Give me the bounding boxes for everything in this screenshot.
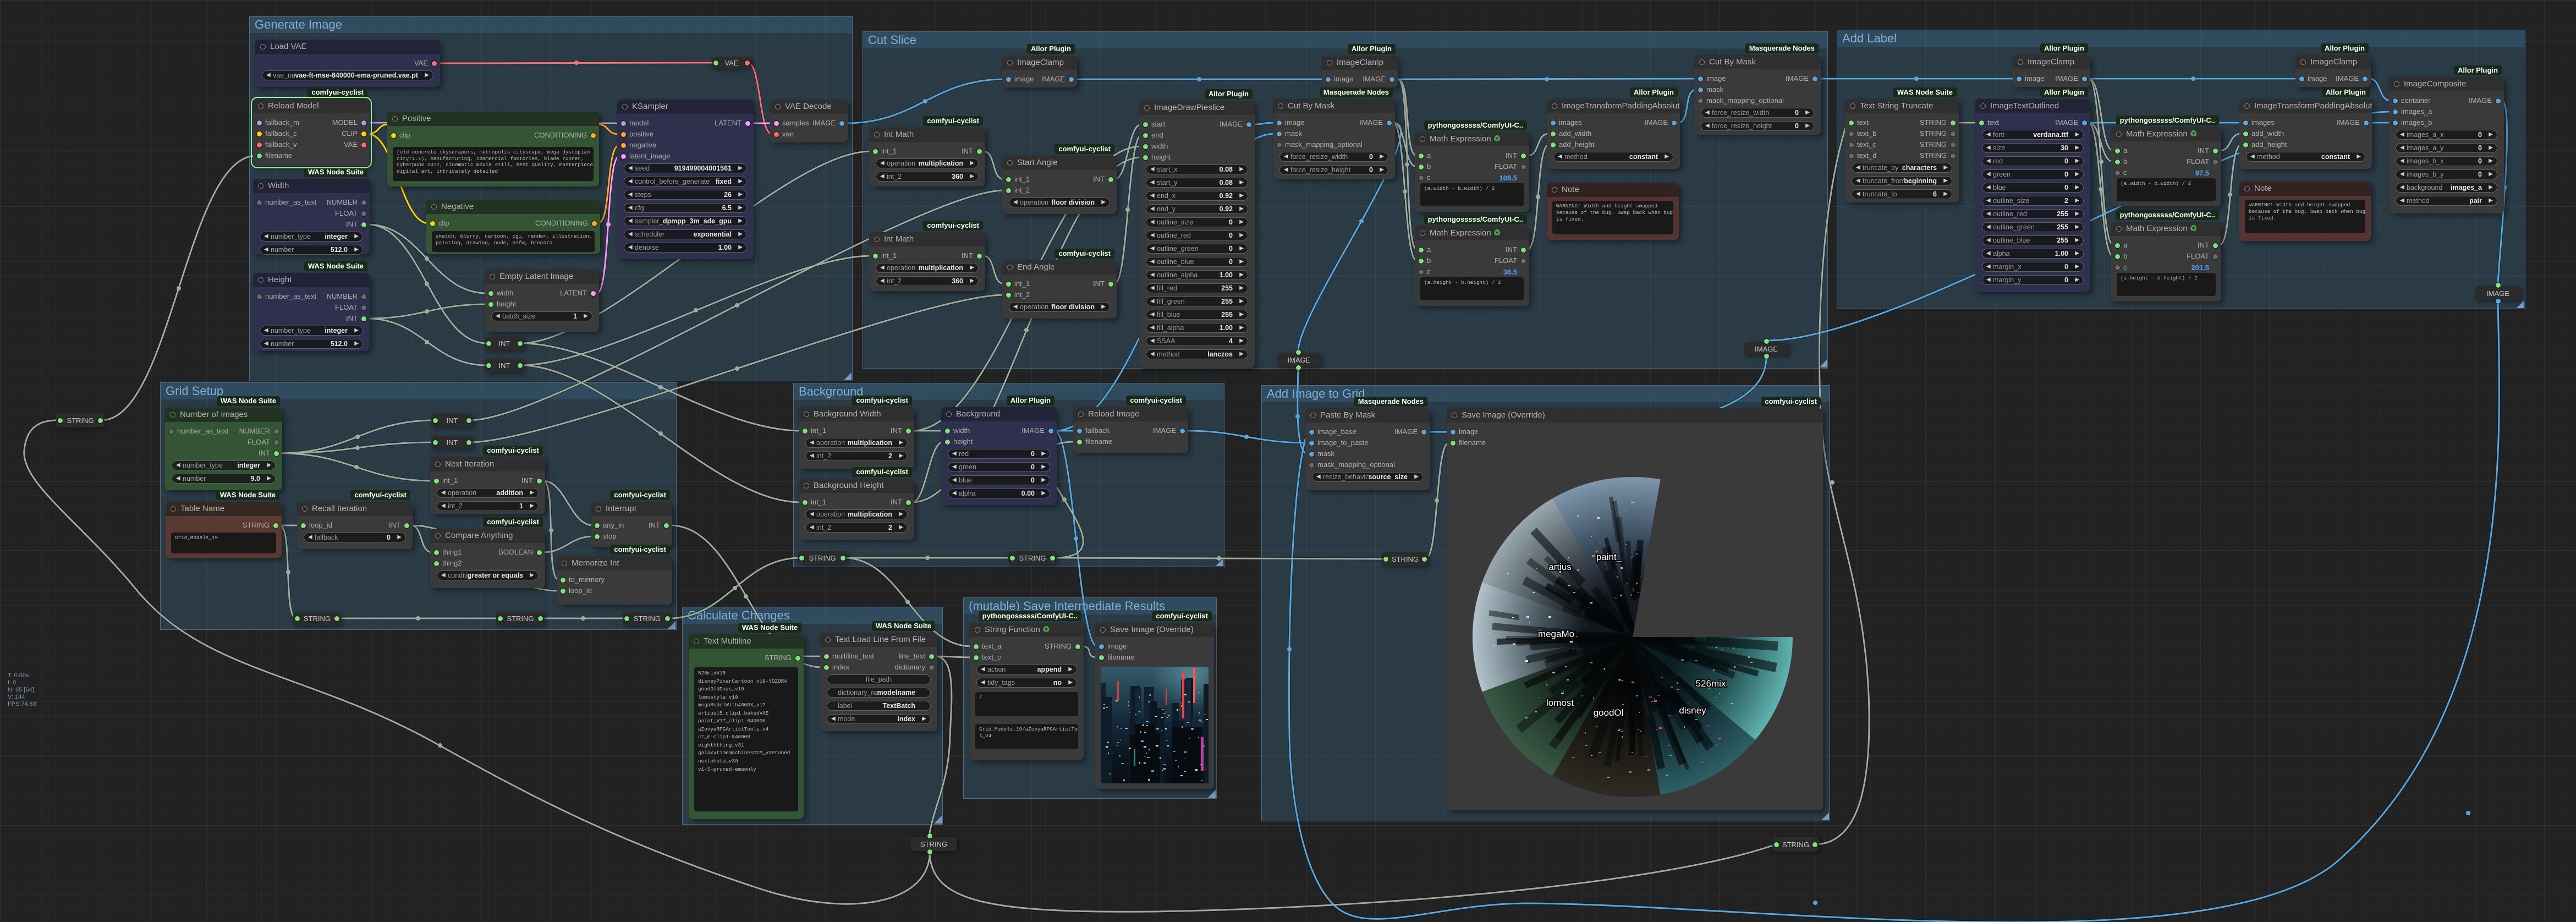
svg-text:paint_: paint_ <box>1596 552 1622 562</box>
svg-text:526mix: 526mix <box>1696 678 1726 689</box>
svg-text:goodOl: goodOl <box>1594 707 1624 718</box>
svg-text:megaMo: megaMo <box>1538 629 1574 639</box>
svg-text:disney: disney <box>1679 705 1706 716</box>
svg-text:lomost: lomost <box>1546 698 1574 708</box>
svg-text:artius: artius <box>1548 562 1572 572</box>
